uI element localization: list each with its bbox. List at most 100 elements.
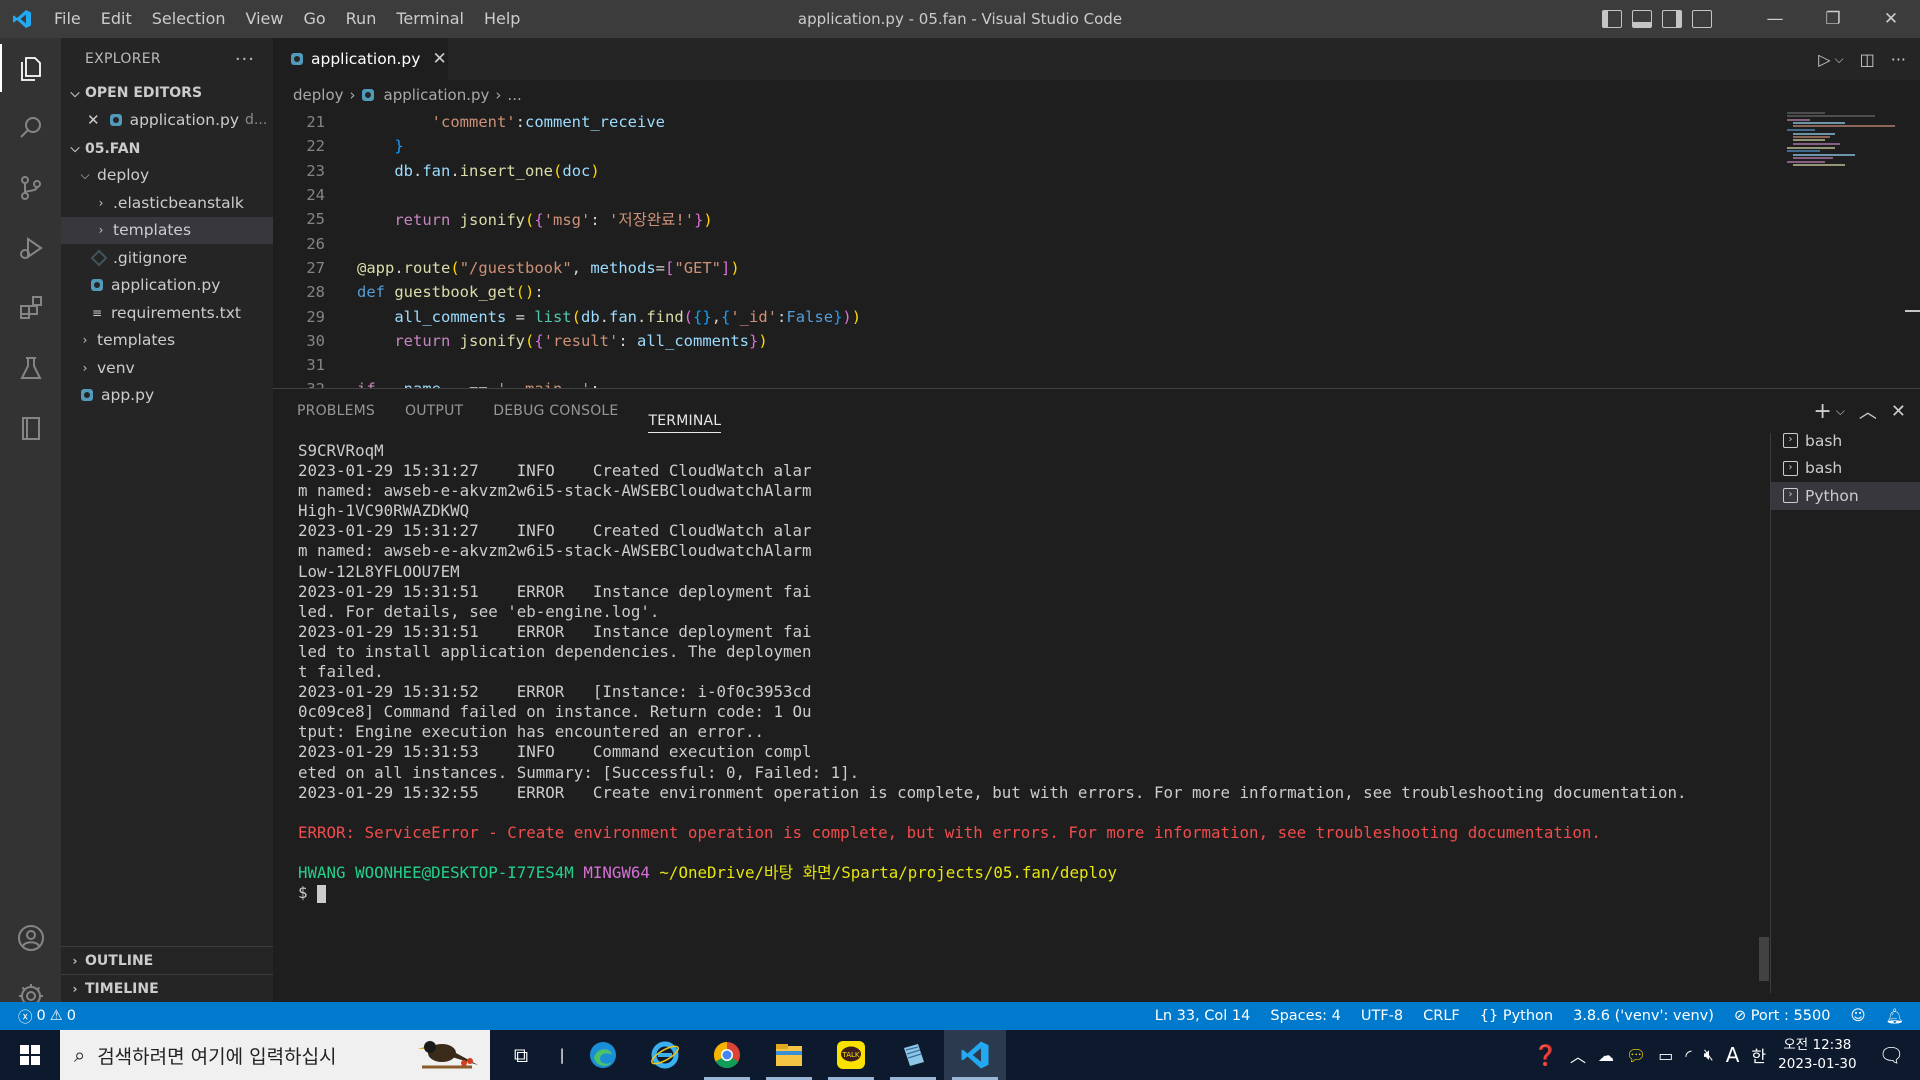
close-panel-icon[interactable]: ✕ bbox=[1891, 401, 1906, 422]
menu-file[interactable]: File bbox=[44, 0, 91, 38]
terminal-item-bash-1[interactable]: › bash bbox=[1771, 427, 1920, 455]
volume-muted-icon[interactable]: 🔇︎ bbox=[1704, 1045, 1714, 1065]
toggle-primary-sidebar-icon[interactable] bbox=[1602, 10, 1622, 28]
tree-item-templates-deploy[interactable]: › templates bbox=[61, 216, 273, 244]
tab-terminal[interactable]: TERMINAL bbox=[648, 400, 722, 433]
new-terminal-icon[interactable]: + bbox=[1813, 399, 1831, 424]
internet-explorer-icon[interactable] bbox=[634, 1030, 696, 1080]
tab-debug-console[interactable]: DEBUG CONSOLE bbox=[493, 389, 618, 433]
tree-item-gitignore[interactable]: .gitignore bbox=[61, 244, 273, 272]
windows-start-icon[interactable] bbox=[0, 1030, 60, 1080]
indentation[interactable]: Spaces: 4 bbox=[1270, 1008, 1340, 1024]
chrome-icon[interactable] bbox=[696, 1030, 758, 1080]
kakaotalk-icon[interactable]: TALK bbox=[820, 1030, 882, 1080]
minimap[interactable] bbox=[1785, 110, 1905, 180]
terminal-line: tput: Engine execution has encountered a… bbox=[298, 722, 765, 742]
onedrive-icon[interactable]: ☁ bbox=[1598, 1046, 1614, 1065]
toggle-panel-icon[interactable] bbox=[1632, 10, 1652, 28]
tab-output[interactable]: OUTPUT bbox=[405, 389, 463, 433]
workspace-section[interactable]: ⌵ 05.FAN bbox=[61, 136, 273, 162]
battery-icon[interactable]: ▭ bbox=[1658, 1046, 1673, 1065]
search-icon[interactable] bbox=[0, 98, 61, 158]
menu-selection[interactable]: Selection bbox=[142, 0, 236, 38]
tab-application-py[interactable]: application.py ✕ bbox=[273, 38, 448, 80]
explorer-icon[interactable] bbox=[0, 38, 61, 98]
open-editors-section[interactable]: ⌵ OPEN EDITORS bbox=[61, 80, 273, 106]
menu-help[interactable]: Help bbox=[474, 0, 530, 38]
restore-icon[interactable]: ❐ bbox=[1804, 0, 1862, 38]
close-icon[interactable]: ✕ bbox=[87, 111, 100, 129]
code-editor[interactable]: 21 'comment':comment_receive 22 } 23 db.… bbox=[273, 110, 1773, 388]
chevron-down-icon[interactable]: ⌵ bbox=[1836, 404, 1845, 419]
remote-explorer-icon[interactable] bbox=[0, 398, 61, 458]
notification-center-icon[interactable]: 🗨︎ bbox=[1879, 1043, 1904, 1067]
menu-terminal[interactable]: Terminal bbox=[386, 0, 474, 38]
menu-edit[interactable]: Edit bbox=[91, 0, 142, 38]
close-window-icon[interactable]: ✕ bbox=[1862, 0, 1920, 38]
toggle-secondary-sidebar-icon[interactable] bbox=[1662, 10, 1682, 28]
terminal-input-line[interactable]: $ bbox=[298, 883, 1698, 903]
help-notification-icon[interactable]: ❓ bbox=[1533, 1043, 1558, 1067]
show-hidden-icons-chevron-icon[interactable]: ︿ bbox=[1570, 1043, 1586, 1067]
font-indicator[interactable]: A bbox=[1726, 1043, 1740, 1067]
tree-item-deploy[interactable]: ⌵ deploy bbox=[61, 162, 273, 190]
file-explorer-icon[interactable] bbox=[758, 1030, 820, 1080]
maximize-panel-icon[interactable]: ︿ bbox=[1859, 398, 1877, 424]
testing-icon[interactable] bbox=[0, 338, 61, 398]
terminal-item-bash-2[interactable]: › bash bbox=[1771, 455, 1920, 483]
end-of-line[interactable]: CRLF bbox=[1423, 1008, 1460, 1024]
feedback-icon[interactable]: ☺ bbox=[1850, 1008, 1865, 1024]
notifications-bell-icon[interactable]: 🔔︎ bbox=[1886, 1008, 1904, 1025]
tab-problems[interactable]: PROBLEMS bbox=[297, 389, 375, 433]
menu-run[interactable]: Run bbox=[336, 0, 387, 38]
task-view-icon[interactable]: ⧉ bbox=[490, 1030, 552, 1080]
minimize-icon[interactable]: — bbox=[1746, 0, 1804, 38]
close-tab-icon[interactable]: ✕ bbox=[432, 49, 446, 69]
more-actions-icon[interactable]: ··· bbox=[235, 49, 255, 70]
more-actions-icon[interactable]: ··· bbox=[1891, 50, 1906, 69]
clock[interactable]: 오전 12:38 2023-01-30 bbox=[1778, 1036, 1856, 1074]
run-python-icon[interactable]: ▷ bbox=[1818, 50, 1830, 69]
language-mode[interactable]: {} Python bbox=[1480, 1008, 1553, 1024]
split-editor-icon[interactable]: ◫ bbox=[1860, 50, 1875, 69]
windows-taskbar: ⌕ 검색하려면 여기에 입력하십시 ⧉ | TALK ❓ ︿ ☁ 💬︎ ▭ ◜ … bbox=[0, 1030, 1920, 1080]
breadcrumb-file[interactable]: application.py bbox=[384, 86, 490, 104]
notepad-app-icon[interactable] bbox=[882, 1030, 944, 1080]
tree-item-requirements[interactable]: ≡ requirements.txt bbox=[61, 299, 273, 327]
tree-item-templates[interactable]: › templates bbox=[61, 327, 273, 355]
problems-status[interactable]: ⓧ 0 ⚠ 0 bbox=[18, 1006, 76, 1027]
open-editor-description: d... bbox=[245, 111, 268, 128]
outline-section[interactable]: › OUTLINE bbox=[61, 946, 273, 974]
source-control-icon[interactable] bbox=[0, 158, 61, 218]
menu-view[interactable]: View bbox=[236, 0, 294, 38]
timeline-section[interactable]: › TIMELINE bbox=[61, 974, 273, 1002]
python-interpreter[interactable]: 3.8.6 ('venv': venv) bbox=[1573, 1008, 1714, 1024]
run-debug-icon[interactable] bbox=[0, 218, 61, 278]
breadcrumb-deploy[interactable]: deploy bbox=[293, 86, 344, 104]
taskbar-search-box[interactable]: ⌕ 검색하려면 여기에 입력하십시 bbox=[60, 1030, 490, 1080]
chevron-down-icon[interactable]: ⌵ bbox=[1835, 52, 1844, 67]
live-server-port[interactable]: ⊘ Port : 5500 bbox=[1734, 1008, 1831, 1024]
customize-layout-icon[interactable] bbox=[1692, 10, 1712, 28]
wifi-icon[interactable]: ◜ bbox=[1685, 1046, 1691, 1065]
kakaotalk-tray-icon[interactable]: 💬︎ bbox=[1626, 1046, 1646, 1065]
edge-browser-icon[interactable] bbox=[572, 1030, 634, 1080]
tree-item-app-py[interactable]: app.py bbox=[61, 382, 273, 410]
terminal-item-label: bash bbox=[1805, 431, 1843, 450]
tree-item-venv[interactable]: › venv bbox=[61, 354, 273, 382]
terminal-item-python[interactable]: › Python bbox=[1771, 482, 1920, 510]
accounts-icon[interactable] bbox=[0, 908, 61, 968]
tree-item-application-py[interactable]: application.py bbox=[61, 272, 273, 300]
open-editor-item[interactable]: ✕ application.py d... bbox=[61, 106, 273, 134]
terminal-scrollbar[interactable] bbox=[1759, 937, 1769, 981]
extensions-icon[interactable] bbox=[0, 278, 61, 338]
ime-indicator[interactable]: 한 bbox=[1751, 1043, 1766, 1067]
breadcrumb-symbol[interactable]: ... bbox=[507, 86, 521, 104]
vscode-taskbar-icon[interactable] bbox=[944, 1030, 1006, 1080]
encoding[interactable]: UTF-8 bbox=[1361, 1008, 1403, 1024]
editor-scrollbar[interactable] bbox=[1905, 110, 1920, 388]
cursor-position[interactable]: Ln 33, Col 14 bbox=[1155, 1008, 1251, 1024]
menu-go[interactable]: Go bbox=[293, 0, 335, 38]
terminal-output[interactable]: S9CRVRoqM 2023-01-29 15:31:27 INFO Creat… bbox=[298, 441, 1698, 961]
tree-item-elasticbeanstalk[interactable]: › .elasticbeanstalk bbox=[61, 189, 273, 217]
